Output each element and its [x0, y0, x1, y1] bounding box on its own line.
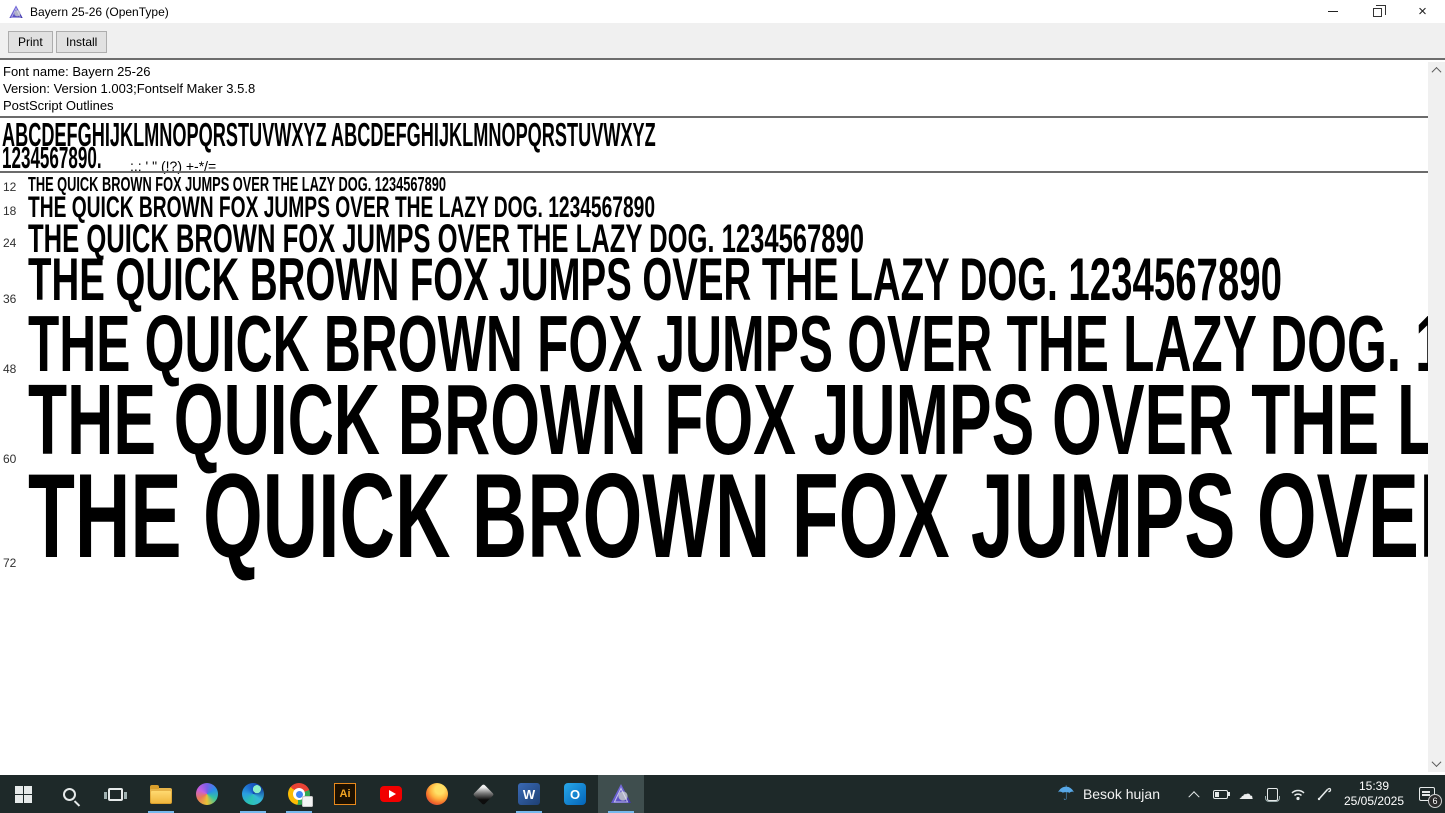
font-outlines-line: PostScript Outlines	[3, 98, 114, 113]
windows-logo-icon	[14, 785, 32, 803]
task-view-icon	[103, 787, 127, 801]
sample-row-72: THE QUICK BROWN FOX JUMPS OVER THE LAZY …	[28, 456, 1428, 576]
taskbar-clock[interactable]: 15:39 25/05/2025	[1335, 779, 1413, 809]
word-icon: W	[518, 783, 540, 805]
notification-badge: 6	[1428, 794, 1442, 808]
taskbar-app-file-explorer[interactable]	[138, 775, 184, 813]
font-preview-area: Font name: Bayern 25-26 Version: Version…	[0, 62, 1428, 775]
youtube-icon	[380, 786, 402, 802]
tray-windows-ink[interactable]	[1316, 786, 1332, 802]
scroll-down-button[interactable]	[1428, 755, 1445, 772]
charset-numerals: 1234567890.	[2, 140, 102, 175]
minimize-button[interactable]	[1310, 0, 1355, 23]
taskbar-app-outlook[interactable]: O	[552, 775, 598, 813]
tray-chevron-button[interactable]	[1186, 786, 1202, 803]
window-title: Bayern 25-26 (OpenType)	[30, 4, 169, 19]
minimize-icon	[1327, 11, 1338, 12]
tray-onedrive[interactable]: ☁	[1238, 786, 1254, 802]
weather-widget[interactable]: ☂ Besok hujan	[1057, 775, 1160, 813]
cloud-icon: ☁	[1238, 785, 1254, 803]
toolbar: Print Install	[0, 23, 1445, 60]
clock-date: 25/05/2025	[1343, 794, 1405, 808]
taskbar-app-illustrator[interactable]: Ai	[322, 775, 368, 813]
weather-label: Besok hujan	[1082, 786, 1160, 802]
inkscape-icon	[472, 783, 494, 805]
taskbar-app-copilot[interactable]	[184, 775, 230, 813]
size-label-36: 36	[3, 292, 17, 306]
chevron-down-icon	[1431, 757, 1442, 768]
taskbar-app-word[interactable]: W	[506, 775, 552, 813]
taskbar: Ai W O ☂ Besok hujan ☁ 15:39 25/05/2025 …	[0, 775, 1445, 813]
taskbar-search-button[interactable]	[46, 775, 92, 813]
size-label-48: 48	[3, 362, 17, 376]
chrome-icon	[288, 783, 313, 807]
taskbar-app-inkscape[interactable]	[460, 775, 506, 813]
file-explorer-icon	[150, 784, 172, 804]
vertical-scrollbar[interactable]	[1428, 62, 1445, 772]
size-label-24: 24	[3, 236, 17, 250]
system-tray: ☁	[1186, 775, 1332, 813]
font-file-icon	[8, 4, 24, 20]
taskbar-app-youtube[interactable]	[368, 775, 414, 813]
chevron-up-icon	[1188, 791, 1200, 803]
divider-bottom	[0, 171, 1428, 173]
search-icon	[62, 787, 76, 801]
close-icon: ×	[1418, 3, 1427, 20]
phone-link-icon	[1264, 787, 1280, 802]
illustrator-icon: Ai	[334, 783, 356, 805]
install-button[interactable]: Install	[56, 31, 108, 53]
pen-icon	[1317, 787, 1332, 801]
battery-icon	[1212, 789, 1230, 799]
size-label-60: 60	[3, 452, 17, 466]
close-button[interactable]: ×	[1400, 0, 1445, 23]
tray-network[interactable]	[1290, 786, 1306, 802]
taskbar-app-edge[interactable]	[230, 775, 276, 813]
fontview-window: Bayern 25-26 (OpenType) × Print Install …	[0, 0, 1445, 813]
font-version-line: Version: Version 1.003;Fontself Maker 3.…	[3, 81, 256, 96]
print-button[interactable]: Print	[8, 31, 53, 53]
size-label-72: 72	[3, 556, 17, 570]
chevron-up-icon	[1431, 66, 1442, 77]
restore-button[interactable]	[1355, 0, 1400, 23]
restore-icon	[1373, 5, 1386, 17]
font-name-line: Font name: Bayern 25-26	[3, 64, 151, 79]
taskbar-app-firefox[interactable]	[414, 775, 460, 813]
task-view-button[interactable]	[92, 775, 138, 813]
tray-battery[interactable]	[1212, 786, 1230, 802]
size-label-18: 18	[3, 204, 17, 218]
sample-text-72: THE QUICK BROWN FOX JUMPS OVER THE LAZY …	[28, 449, 1428, 583]
start-button[interactable]	[0, 775, 46, 813]
clock-time: 15:39	[1358, 779, 1390, 793]
taskbar-app-font-viewer[interactable]	[598, 775, 644, 813]
firefox-icon	[426, 783, 448, 805]
action-center-button[interactable]: 6	[1409, 775, 1445, 813]
scroll-up-button[interactable]	[1428, 62, 1445, 79]
outlook-icon: O	[564, 783, 586, 805]
font-viewer-icon	[609, 782, 633, 806]
size-label-12: 12	[3, 180, 17, 194]
chrome-profile-badge	[302, 796, 313, 807]
copilot-icon	[196, 783, 218, 805]
wifi-icon	[1291, 789, 1305, 801]
taskbar-app-chrome[interactable]	[276, 775, 322, 813]
tray-phone-link[interactable]	[1264, 786, 1280, 802]
umbrella-rain-icon: ☂	[1057, 783, 1075, 805]
titlebar: Bayern 25-26 (OpenType) ×	[0, 0, 1445, 23]
edge-icon	[242, 783, 264, 805]
